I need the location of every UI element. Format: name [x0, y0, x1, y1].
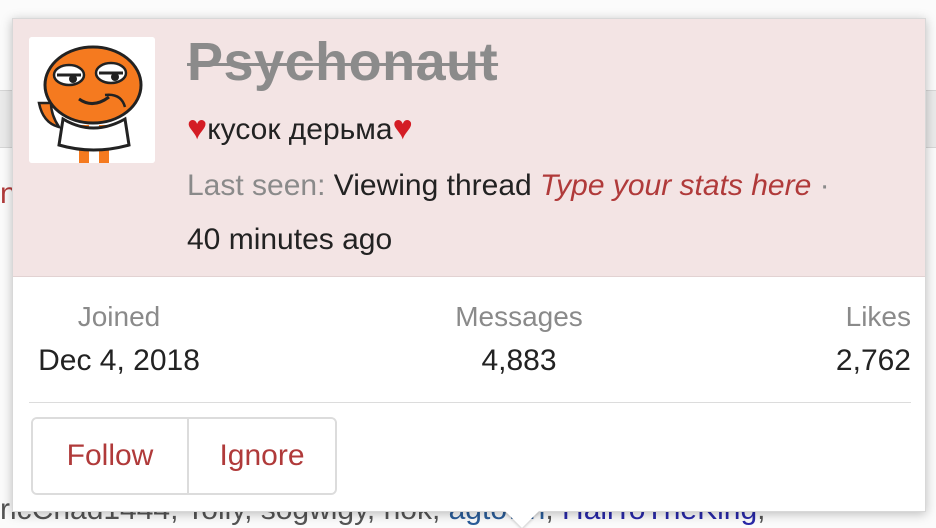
stat-joined: Joined Dec 4, 2018 [31, 295, 207, 383]
stat-likes-value: 2,762 [835, 344, 911, 377]
avatar[interactable] [29, 37, 155, 163]
stat-joined-label: Joined [77, 301, 161, 332]
separator: · [819, 169, 830, 202]
user-title-text: кусок дерьма [207, 113, 393, 146]
avatar-image [29, 37, 155, 163]
last-seen-line: Last seen: Viewing thread Type your stat… [187, 159, 917, 267]
member-tooltip: Psychonaut ♥кусок дерьма♥ Last seen: Vie… [12, 18, 926, 512]
stat-likes: Likes 2,762 [791, 295, 911, 383]
follow-button[interactable]: Follow [33, 419, 187, 493]
member-actions: Follow Ignore [31, 417, 337, 495]
stat-messages-label: Messages [455, 301, 583, 332]
stat-messages-value[interactable]: 4,883 [429, 339, 609, 383]
activity-thread-link[interactable]: Type your stats here [540, 169, 811, 202]
heart-icon: ♥ [392, 109, 413, 147]
stat-messages: Messages 4,883 [429, 295, 609, 383]
stat-likes-label: Likes [845, 301, 911, 332]
background-fragment: n [0, 177, 17, 210]
activity-text: Viewing thread [333, 169, 532, 202]
username[interactable]: Psychonaut [187, 29, 498, 95]
member-tooltip-header: Psychonaut ♥кусок дерьма♥ Last seen: Vie… [13, 19, 925, 277]
member-stats: Joined Dec 4, 2018 Messages 4,883 Likes … [29, 295, 911, 403]
heart-icon: ♥ [187, 109, 208, 147]
ignore-button[interactable]: Ignore [187, 419, 335, 493]
tooltip-pointer [504, 510, 540, 528]
last-seen-time: 40 minutes ago [187, 223, 393, 256]
user-title: ♥кусок дерьма♥ [187, 105, 413, 153]
stat-joined-value: Dec 4, 2018 [38, 344, 200, 377]
last-seen-label: Last seen: [187, 169, 326, 202]
